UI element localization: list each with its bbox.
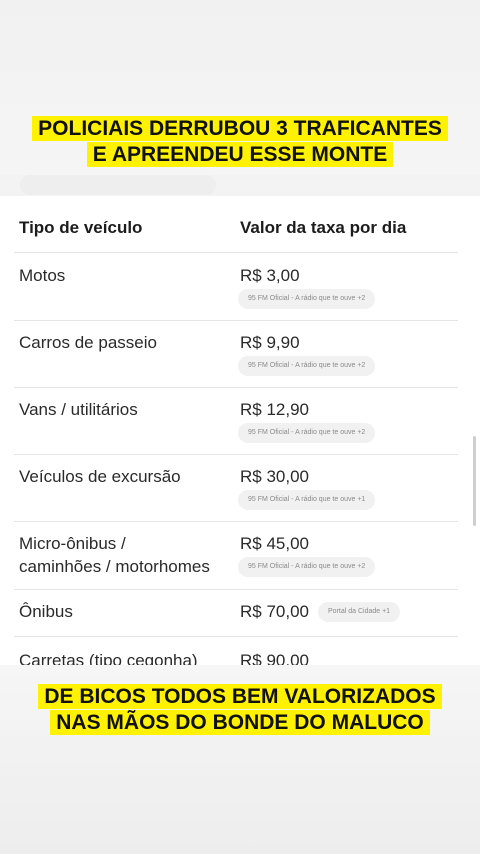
faded-source-chip bbox=[20, 175, 216, 195]
vehicle-cell-line-1: Micro-ônibus / bbox=[19, 534, 126, 553]
vehicle-cell: Motos bbox=[19, 266, 66, 285]
price-cell: R$ 90,00 bbox=[240, 651, 309, 666]
source-chip[interactable]: Portal da Cidade +1 bbox=[318, 602, 401, 622]
source-chip[interactable]: 95 FM Oficial - A rádio que te ouve +2 bbox=[238, 289, 376, 309]
source-chip[interactable]: 95 FM Oficial - A rádio que te ouve +2 bbox=[238, 356, 376, 376]
price-cell: R$ 9,90 bbox=[240, 333, 300, 352]
source-chip[interactable]: 95 FM Oficial - A rádio que te ouve +2 bbox=[238, 557, 376, 577]
vehicle-cell: Carretas (tipo cegonha) bbox=[19, 651, 198, 666]
source-chip[interactable]: 95 FM Oficial - A rádio que te ouve +1 bbox=[238, 490, 376, 510]
header-daily-rate: Valor da taxa por dia bbox=[240, 218, 407, 237]
vehicle-cell-line-2: caminhões / motorhomes bbox=[19, 557, 210, 576]
vehicle-cell: Ônibus bbox=[19, 602, 73, 621]
row-divider bbox=[14, 387, 458, 388]
row-divider bbox=[14, 589, 458, 590]
scrollbar-thumb[interactable] bbox=[473, 436, 476, 526]
vehicle-cell: Veículos de excursão bbox=[19, 467, 181, 486]
vehicle-rate-table: Tipo de veículo Valor da taxa por dia Mo… bbox=[0, 196, 480, 666]
bottom-caption-line-2: NAS MÃOS DO BONDE DO MALUCO bbox=[50, 710, 430, 735]
row-divider bbox=[14, 636, 458, 637]
header-divider bbox=[14, 252, 458, 253]
top-caption: POLICIAIS DERRUBOU 3 TRAFICANTES E APREE… bbox=[0, 116, 480, 168]
price-cell: R$ 70,00 bbox=[240, 602, 309, 621]
source-chip[interactable]: 95 FM Oficial - A rádio que te ouve +2 bbox=[238, 423, 376, 443]
row-divider bbox=[14, 521, 458, 522]
row-divider bbox=[14, 454, 458, 455]
bottom-caption-line-1: DE BICOS TODOS BEM VALORIZADOS bbox=[38, 684, 442, 709]
bottom-caption: DE BICOS TODOS BEM VALORIZADOS NAS MÃOS … bbox=[0, 684, 480, 736]
price-cell: R$ 30,00 bbox=[240, 467, 309, 486]
top-caption-line-2: E APREENDEU ESSE MONTE bbox=[86, 142, 394, 167]
row-divider bbox=[14, 320, 458, 321]
vehicle-cell: Carros de passeio bbox=[19, 333, 157, 352]
header-vehicle-type: Tipo de veículo bbox=[19, 218, 143, 237]
price-cell: R$ 45,00 bbox=[240, 534, 309, 553]
price-cell: R$ 12,90 bbox=[240, 400, 309, 419]
price-cell: R$ 3,00 bbox=[240, 266, 300, 285]
vehicle-cell: Vans / utilitários bbox=[19, 400, 138, 419]
top-caption-line-1: POLICIAIS DERRUBOU 3 TRAFICANTES bbox=[32, 116, 448, 141]
video-frame: Tipo de veículo Valor da taxa por dia Mo… bbox=[0, 0, 480, 854]
